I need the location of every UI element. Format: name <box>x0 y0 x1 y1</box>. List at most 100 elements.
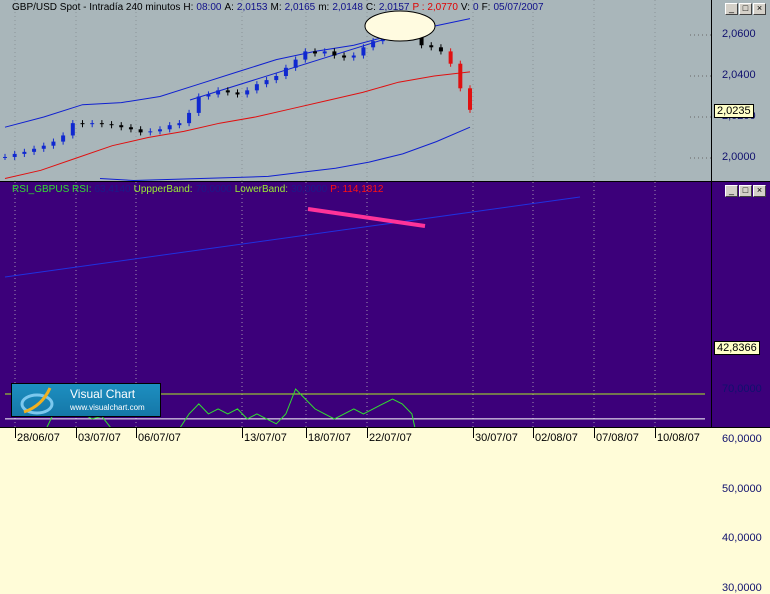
price-candle <box>119 125 124 128</box>
date-label: 30/07/07 <box>475 432 518 444</box>
header-field: 0 <box>473 2 479 13</box>
header-field: 05/07/2007 <box>493 2 544 13</box>
divergence-line <box>307 207 426 228</box>
minimize-button[interactable]: _ <box>725 3 738 15</box>
price-tick-label: 2,0000 <box>722 151 756 163</box>
header-field: 63,4140 <box>94 184 131 195</box>
header-field: GBP/USD Spot - Intradía 240 minutos <box>12 2 181 13</box>
price-candle <box>274 76 279 81</box>
price-tick-label: 2,0600 <box>722 28 756 40</box>
date-tick <box>136 428 137 438</box>
header-field: m: <box>318 2 330 13</box>
price-candle <box>90 123 95 125</box>
date-label: 06/07/07 <box>138 432 181 444</box>
header-field: H: <box>183 2 194 13</box>
price-candle <box>22 151 27 154</box>
date-tick <box>367 428 368 438</box>
rsi-trend-line <box>4 196 581 278</box>
date-tick <box>655 428 656 438</box>
price-candle <box>342 55 347 58</box>
minimize-button[interactable]: _ <box>725 185 738 197</box>
price-tick-label: 2,0400 <box>722 69 756 81</box>
price-candle <box>429 45 434 48</box>
price-candle <box>332 51 337 56</box>
price-candle <box>51 141 56 146</box>
price-candle <box>283 67 288 76</box>
rsi-header: RSI_GBPUS RSI: 63,4140 UppperBand: 70,0000 L… <box>12 184 386 195</box>
header-field: LowerBand: <box>234 184 289 195</box>
price-candle <box>138 129 143 133</box>
price-candle <box>12 153 17 157</box>
price-candle <box>293 59 298 68</box>
date-tick <box>242 428 243 438</box>
header-field: 70,0000 <box>195 184 232 195</box>
price-candle <box>216 90 221 95</box>
header-field: 2,0157 <box>378 2 410 13</box>
rsi-window-buttons: _ □ × <box>725 185 766 197</box>
date-label: 10/08/07 <box>657 432 700 444</box>
date-label: 07/08/07 <box>596 432 639 444</box>
date-tick <box>76 428 77 438</box>
price-window-buttons: _ □ × <box>725 3 766 15</box>
close-button[interactable]: × <box>753 185 766 197</box>
header-field: V: <box>460 2 470 13</box>
rsi-tick-label: 30,0000 <box>722 582 762 594</box>
price-candle <box>128 127 133 130</box>
price-candle <box>80 123 85 125</box>
highlight-ellipse <box>364 10 436 42</box>
header-field: RSI_GBPUS RSI: <box>12 184 92 195</box>
date-axis: 28/06/07 03/07/07 06/07/07 13/07/07 18/07/07… <box>0 427 770 447</box>
price-candle <box>148 131 153 133</box>
rsi-tick-label: 70,0000 <box>722 383 762 395</box>
header-field: 2,0153 <box>236 2 268 13</box>
date-label: 13/07/07 <box>244 432 287 444</box>
date-label: 02/08/07 <box>535 432 578 444</box>
price-chart[interactable] <box>0 0 711 181</box>
price-panel[interactable]: GBP/USD Spot - Intradía 240 minutos H: 08:… <box>0 0 770 181</box>
price-candle <box>322 51 327 54</box>
price-candle <box>196 96 201 113</box>
header-field: 2,0165 <box>284 2 316 13</box>
price-candle <box>235 92 240 95</box>
date-label: 28/06/07 <box>17 432 60 444</box>
lower-band-line <box>99 126 471 181</box>
price-candle <box>61 135 66 142</box>
logo-title: Visual Chart <box>70 387 136 401</box>
price-candle <box>303 51 308 60</box>
date-tick <box>594 428 595 438</box>
price-candle <box>361 47 366 56</box>
price-candle <box>158 129 162 132</box>
logo-url: www.visualchart.com <box>70 403 145 412</box>
header-field: A: <box>224 2 234 13</box>
header-field: 30,0000 <box>291 184 328 195</box>
price-candle <box>187 112 192 124</box>
logo-swoosh-icon <box>20 387 54 415</box>
date-tick <box>473 428 474 438</box>
header-field: P: 114,1812 <box>330 184 384 195</box>
price-candle <box>351 55 356 58</box>
date-label: 03/07/07 <box>78 432 121 444</box>
header-field: M: <box>270 2 282 13</box>
rsi-tick-label: 50,0000 <box>722 482 762 495</box>
price-candle <box>99 123 104 125</box>
visual-chart-logo: Visual Chart www.visualchart.com <box>11 383 161 417</box>
header-field: P : 2,0770 <box>412 2 458 13</box>
maximize-button[interactable]: □ <box>739 3 752 15</box>
price-candle <box>225 90 230 93</box>
rsi-last-value: 42,8366 <box>714 341 760 355</box>
rsi-tick-label: 40,0000 <box>722 532 762 545</box>
price-candle <box>167 125 172 130</box>
close-button[interactable]: × <box>753 3 766 15</box>
maximize-button[interactable]: □ <box>739 185 752 197</box>
price-candle <box>41 145 46 149</box>
date-tick <box>306 428 307 438</box>
price-candle <box>177 123 182 126</box>
header-field: UppperBand: <box>133 184 193 195</box>
date-tick <box>15 428 16 438</box>
date-label: 22/07/07 <box>369 432 412 444</box>
price-last-value: 2,0235 <box>714 104 754 118</box>
price-candle <box>254 84 259 91</box>
header-field: 2,0148 <box>332 2 363 13</box>
price-candle <box>438 47 443 52</box>
price-candle <box>313 51 317 54</box>
